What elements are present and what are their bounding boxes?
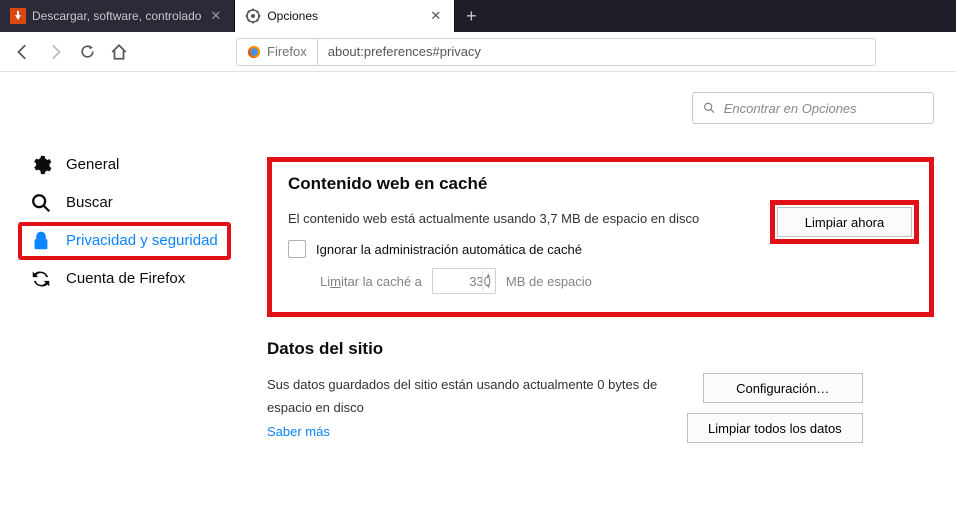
close-icon[interactable]: ✕ — [427, 8, 444, 24]
learn-more-link[interactable]: Saber más — [267, 420, 667, 443]
back-button[interactable] — [8, 37, 38, 67]
firefox-icon — [247, 45, 261, 59]
clear-cache-button[interactable]: Limpiar ahora — [777, 207, 912, 237]
tab-bar: Descargar, software, controlado ✕ Opcion… — [0, 0, 956, 32]
urlbar-identity[interactable]: Firefox — [237, 39, 318, 65]
tab-title: Opciones — [267, 9, 421, 23]
spin-down[interactable]: ▼ — [482, 281, 494, 292]
lock-icon — [30, 230, 52, 252]
sidebar-item-privacy[interactable]: Privacidad y seguridad — [18, 222, 231, 260]
new-tab-button[interactable]: + — [455, 0, 487, 32]
gear-icon — [30, 154, 52, 176]
content: General Buscar Privacidad y seguridad Cu… — [0, 72, 956, 520]
toolbar: Firefox about:preferences#privacy — [0, 32, 956, 72]
sidebar-item-account[interactable]: Cuenta de Firefox — [22, 260, 227, 298]
cache-limit-input[interactable]: 330 ▲▼ — [432, 268, 496, 294]
favicon-download — [10, 8, 26, 24]
sidebar-item-general[interactable]: General — [22, 146, 227, 184]
cache-limit-label: Limitar la caché a — [320, 274, 422, 289]
sidebar-item-label: Cuenta de Firefox — [66, 270, 185, 288]
cache-limit-row: Limitar la caché a 330 ▲▼ MB de espacio — [288, 268, 913, 294]
home-button[interactable] — [104, 37, 134, 67]
tab-download[interactable]: Descargar, software, controlado ✕ — [0, 0, 235, 32]
tab-options[interactable]: Opciones ✕ — [235, 0, 455, 32]
override-cache-checkbox[interactable] — [288, 240, 306, 258]
sidebar: General Buscar Privacidad y seguridad Cu… — [22, 92, 227, 520]
sitedata-usage-text: Sus datos guardados del sitio están usan… — [267, 373, 667, 420]
section-cache: Contenido web en caché El contenido web … — [267, 157, 934, 317]
section-title: Contenido web en caché — [288, 174, 913, 194]
sitedata-clear-all-button[interactable]: Limpiar todos los datos — [687, 413, 863, 443]
search-box[interactable] — [692, 92, 934, 124]
main-panel: Contenido web en caché El contenido web … — [227, 92, 934, 520]
urlbar-address: about:preferences#privacy — [318, 44, 491, 59]
urlbar-identity-text: Firefox — [267, 44, 307, 59]
sidebar-item-label: Privacidad y seguridad — [66, 232, 218, 250]
sitedata-settings-button[interactable]: Configuración… — [703, 373, 863, 403]
search-icon — [30, 192, 52, 214]
spin-up[interactable]: ▲ — [482, 270, 494, 281]
urlbar[interactable]: Firefox about:preferences#privacy — [236, 38, 876, 66]
sidebar-item-label: Buscar — [66, 194, 113, 212]
sidebar-item-label: General — [66, 156, 119, 174]
sidebar-item-search[interactable]: Buscar — [22, 184, 227, 222]
spinner[interactable]: ▲▼ — [482, 270, 494, 292]
gear-icon — [245, 8, 261, 24]
close-icon[interactable]: ✕ — [207, 8, 224, 24]
search-icon — [703, 101, 716, 115]
sync-icon — [30, 268, 52, 290]
override-cache-label: Ignorar la administración automática de … — [316, 242, 582, 257]
reload-button[interactable] — [72, 37, 102, 67]
highlight-clear-now: Limpiar ahora — [770, 200, 919, 244]
cache-limit-unit: MB de espacio — [506, 274, 592, 289]
tab-title: Descargar, software, controlado — [32, 9, 201, 23]
section-title: Datos del sitio — [267, 339, 934, 359]
search-input[interactable] — [724, 101, 923, 116]
section-site-data: Datos del sitio Sus datos guardados del … — [267, 339, 934, 443]
forward-button[interactable] — [40, 37, 70, 67]
